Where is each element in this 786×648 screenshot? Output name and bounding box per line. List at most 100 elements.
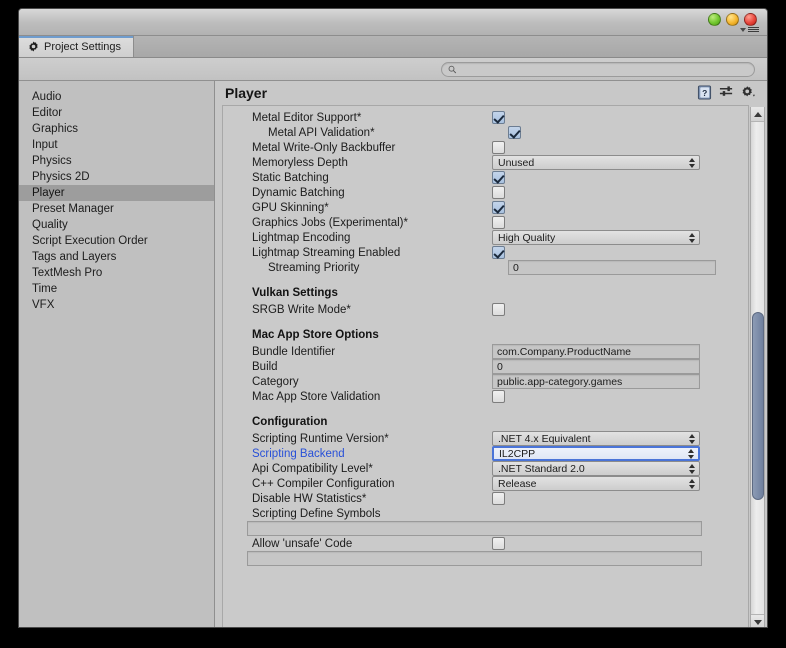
tab-project-settings[interactable]: Project Settings: [19, 36, 135, 57]
setting-label: Disable HW Statistics*: [252, 492, 367, 505]
section-header-vulkan-settings: Vulkan Settings: [252, 287, 338, 299]
dropdown-scripting-runtime-version[interactable]: .NET 4.x Equivalent: [492, 431, 700, 446]
dropdown-c-compiler-configuration[interactable]: Release: [492, 476, 700, 491]
sidebar-item-quality[interactable]: Quality: [19, 217, 214, 233]
stepper-arrows-icon: [689, 232, 695, 243]
sidebar-item-label: Preset Manager: [32, 203, 114, 215]
project-settings-window: Project Settings Audio Editor Graphics Inpu…: [18, 8, 768, 628]
checkbox-dynamic-batching[interactable]: [492, 186, 505, 199]
checkbox-srgb-write-mode[interactable]: [492, 303, 505, 316]
checkbox-allow-unsafe-code[interactable]: [492, 537, 505, 550]
sidebar-item-tags-and-layers[interactable]: Tags and Layers: [19, 249, 214, 265]
settings-row-api-compatibility-level: Api Compatibility Level* .NET Standard 2.…: [223, 461, 748, 476]
setting-label: Allow 'unsafe' Code: [252, 537, 353, 550]
sidebar-item-label: Input: [32, 139, 58, 151]
dropdown-lightmap-encoding[interactable]: High Quality: [492, 230, 700, 245]
search-field[interactable]: [441, 61, 755, 77]
sidebar-item-textmesh-pro[interactable]: TextMesh Pro: [19, 265, 214, 281]
input-category[interactable]: public.app-category.games: [492, 374, 700, 389]
dropdown-value: .NET 4.x Equivalent: [498, 432, 591, 445]
settings-row-scripting-runtime-version: Scripting Runtime Version* .NET 4.x Equiv…: [223, 431, 748, 446]
dropdown-memoryless-depth[interactable]: Unused: [492, 155, 700, 170]
dropdown-value: .NET Standard 2.0: [498, 462, 585, 475]
settings-row-streaming-priority: Streaming Priority 0: [223, 260, 748, 275]
vertical-scrollbar[interactable]: [750, 107, 765, 627]
search-input[interactable]: [460, 63, 748, 75]
window-titlebar: [19, 9, 767, 36]
minimize-button[interactable]: [708, 13, 721, 26]
settings-row: [223, 521, 748, 536]
settings-row-metal-editor-support: Metal Editor Support*: [223, 110, 748, 125]
settings-row-allow-unsafe-code: Allow 'unsafe' Code: [223, 536, 748, 551]
scripting-define-symbols-input[interactable]: [247, 551, 702, 566]
scripting-define-symbols-input[interactable]: [247, 521, 702, 536]
sidebar-item-physics-2d[interactable]: Physics 2D: [19, 169, 214, 185]
scroll-up-button[interactable]: [751, 107, 764, 122]
settings-row-scripting-define-symbols: Scripting Define Symbols: [223, 506, 748, 521]
checkbox-disable-hw-statistics[interactable]: [492, 492, 505, 505]
sidebar-item-time[interactable]: Time: [19, 281, 214, 297]
setting-label: Mac App Store Validation: [252, 390, 381, 403]
close-button[interactable]: [744, 13, 757, 26]
setting-label: SRGB Write Mode*: [252, 303, 351, 316]
input-bundle-identifier[interactable]: com.Company.ProductName: [492, 344, 700, 359]
setting-label: GPU Skinning*: [252, 201, 329, 214]
stepper-arrows-icon: [688, 448, 694, 459]
input-build[interactable]: 0: [492, 359, 700, 374]
dropdown-value: High Quality: [498, 231, 556, 244]
setting-label: Static Batching: [252, 171, 329, 184]
settings-rows: Metal Editor Support* Metal API Validatio…: [223, 106, 748, 566]
setting-label: Streaming Priority: [268, 261, 360, 274]
settings-scroll-area: Metal Editor Support* Metal API Validatio…: [222, 105, 749, 627]
settings-row-metal-api-validation: Metal API Validation*: [223, 125, 748, 140]
checkbox-graphics-jobs-experimental[interactable]: [492, 216, 505, 229]
checkbox-metal-api-validation[interactable]: [508, 126, 521, 139]
sidebar-item-physics[interactable]: Physics: [19, 153, 214, 169]
settings-row-gpu-skinning: GPU Skinning*: [223, 200, 748, 215]
stepper-arrows-icon: [689, 157, 695, 168]
checkbox-gpu-skinning[interactable]: [492, 201, 505, 214]
svg-text:?: ?: [702, 88, 707, 98]
search-row: [19, 58, 767, 81]
window-menu-button[interactable]: [740, 27, 759, 32]
settings-gear-icon[interactable]: [741, 85, 757, 100]
setting-label: Scripting Backend: [252, 447, 345, 460]
sidebar-item-graphics[interactable]: Graphics: [19, 121, 214, 137]
sidebar-item-input[interactable]: Input: [19, 137, 214, 153]
sidebar-item-label: TextMesh Pro: [32, 267, 103, 279]
checkbox-lightmap-streaming-enabled[interactable]: [492, 246, 505, 259]
maximize-button[interactable]: [726, 13, 739, 26]
sidebar-item-player[interactable]: Player: [19, 185, 214, 201]
checkbox-mac-app-store-validation[interactable]: [492, 390, 505, 403]
sidebar-item-editor[interactable]: Editor: [19, 105, 214, 121]
preset-icon[interactable]: [719, 85, 734, 100]
settings-sidebar: Audio Editor Graphics Input Physics Physics 2…: [19, 81, 215, 627]
setting-label: Metal Write-Only Backbuffer: [252, 141, 396, 154]
checkbox-metal-editor-support[interactable]: [492, 111, 505, 124]
sidebar-item-vfx[interactable]: VFX: [19, 297, 214, 313]
setting-label: Bundle Identifier: [252, 345, 336, 358]
tab-strip: Project Settings: [19, 36, 767, 58]
scrollbar-thumb[interactable]: [752, 312, 764, 500]
sidebar-item-audio[interactable]: Audio: [19, 89, 214, 105]
chevron-down-icon: [740, 27, 746, 32]
stepper-arrows-icon: [689, 478, 695, 489]
page-title: Player: [225, 85, 268, 101]
settings-row-lightmap-encoding: Lightmap Encoding High Quality: [223, 230, 748, 245]
help-icon[interactable]: ?: [697, 85, 712, 100]
checkbox-static-batching[interactable]: [492, 171, 505, 184]
triangle-up-icon: [753, 111, 762, 117]
input-streaming-priority[interactable]: 0: [508, 260, 716, 275]
scroll-down-button[interactable]: [751, 614, 764, 627]
settings-row: [223, 551, 748, 566]
setting-label: Memoryless Depth: [252, 156, 348, 169]
settings-row-disable-hw-statistics: Disable HW Statistics*: [223, 491, 748, 506]
checkbox-metal-write-only-backbuffer[interactable]: [492, 141, 505, 154]
search-icon: [448, 65, 457, 73]
dropdown-scripting-backend[interactable]: IL2CPP: [492, 446, 700, 461]
triangle-down-icon: [753, 619, 762, 625]
sidebar-item-preset-manager[interactable]: Preset Manager: [19, 201, 214, 217]
sidebar-item-script-execution-order[interactable]: Script Execution Order: [19, 233, 214, 249]
settings-row-memoryless-depth: Memoryless Depth Unused: [223, 155, 748, 170]
dropdown-api-compatibility-level[interactable]: .NET Standard 2.0: [492, 461, 700, 476]
